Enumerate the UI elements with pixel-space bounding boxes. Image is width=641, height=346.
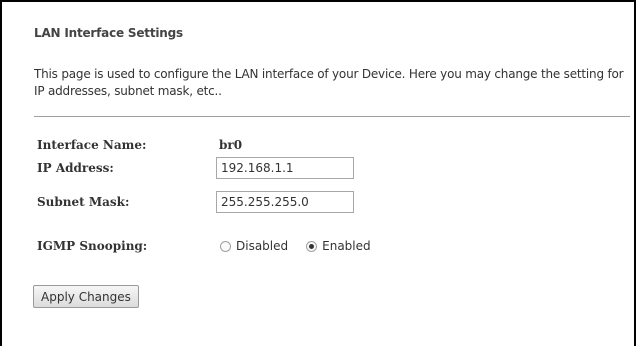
interface-name-label: Interface Name: (37, 138, 147, 152)
subnet-mask-label: Subnet Mask: (37, 195, 130, 209)
apply-changes-button[interactable]: Apply Changes (33, 285, 139, 308)
igmp-disabled-label[interactable]: Disabled (236, 239, 288, 253)
page-title: LAN Interface Settings (34, 26, 183, 40)
igmp-snooping-label: IGMP Snooping: (37, 239, 148, 253)
interface-name-value: br0 (219, 138, 243, 152)
igmp-snooping-radio-group: Disabled Enabled (220, 239, 389, 253)
page-description: This page is used to configure the LAN i… (34, 67, 624, 98)
igmp-enabled-radio[interactable] (306, 240, 318, 252)
ip-address-label: IP Address: (37, 161, 114, 175)
ip-address-input[interactable] (216, 157, 354, 179)
subnet-mask-input[interactable] (216, 191, 354, 213)
igmp-enabled-label[interactable]: Enabled (322, 239, 371, 253)
igmp-disabled-radio[interactable] (220, 240, 231, 252)
divider (34, 116, 630, 117)
